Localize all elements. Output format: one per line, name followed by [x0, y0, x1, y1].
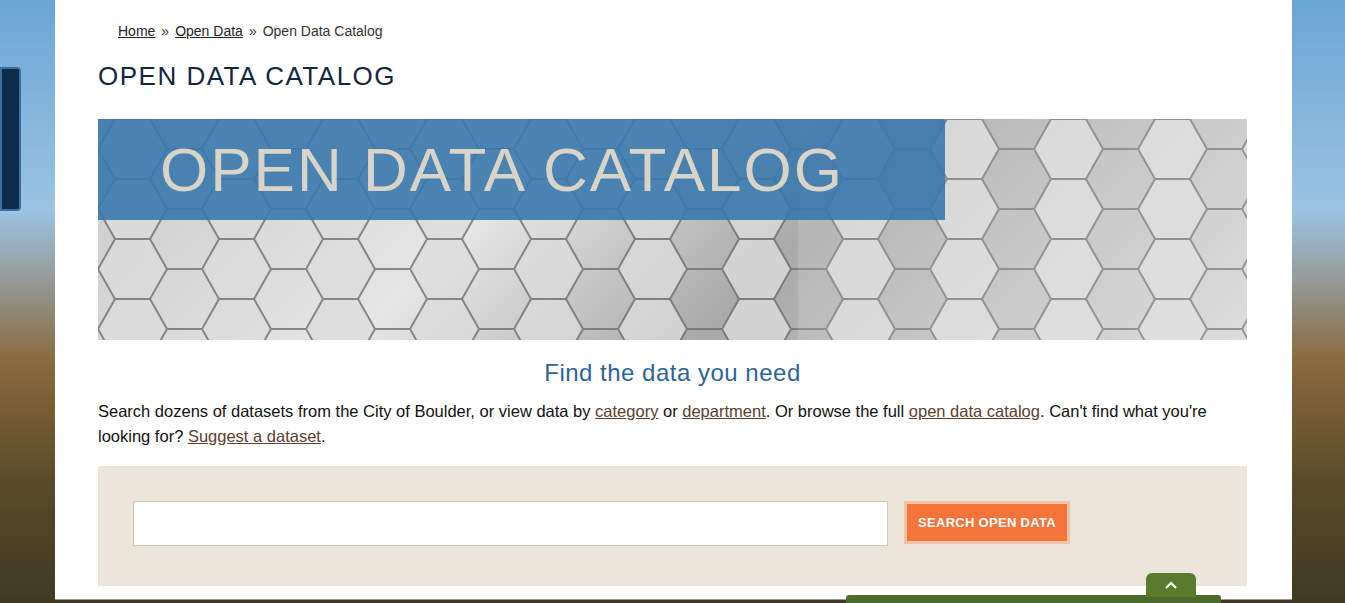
breadcrumb-link[interactable]: Open Data: [175, 21, 243, 41]
banner: OPEN DATA CATALOG: [98, 119, 1247, 340]
finder-heading: Find the data you need: [98, 359, 1247, 387]
intro-text: or: [658, 402, 682, 420]
intro-link[interactable]: department: [682, 402, 765, 420]
intro-link[interactable]: category: [595, 402, 658, 420]
intro-link[interactable]: open data catalog: [909, 402, 1040, 420]
breadcrumb-link[interactable]: Home: [118, 21, 155, 41]
side-tab[interactable]: [0, 67, 21, 211]
page-title: OPEN DATA CATALOG: [98, 60, 1247, 92]
breadcrumb-separator: »: [249, 21, 257, 41]
chevron-up-icon: [1164, 580, 1178, 590]
breadcrumb-current: Open Data Catalog: [263, 21, 383, 41]
scroll-top-button[interactable]: [1146, 573, 1196, 597]
search-input[interactable]: [133, 501, 888, 546]
banner-title-box: OPEN DATA CATALOG: [98, 119, 945, 220]
content-panel: Home » Open Data » Open Data Catalog OPEN DA…: [55, 0, 1292, 600]
intro-text: . Or browse the full: [766, 402, 909, 420]
search-button[interactable]: SEARCH OPEN DATA: [904, 501, 1070, 544]
breadcrumb-separator: »: [161, 21, 169, 41]
breadcrumb: Home » Open Data » Open Data Catalog: [98, 0, 1247, 41]
search-panel: SEARCH OPEN DATA: [98, 466, 1247, 586]
finder-intro: Search dozens of datasets from the City …: [98, 399, 1247, 449]
intro-text: .: [321, 427, 326, 445]
intro-link[interactable]: Suggest a dataset: [188, 427, 321, 445]
intro-text: Search dozens of datasets from the City …: [98, 402, 595, 420]
